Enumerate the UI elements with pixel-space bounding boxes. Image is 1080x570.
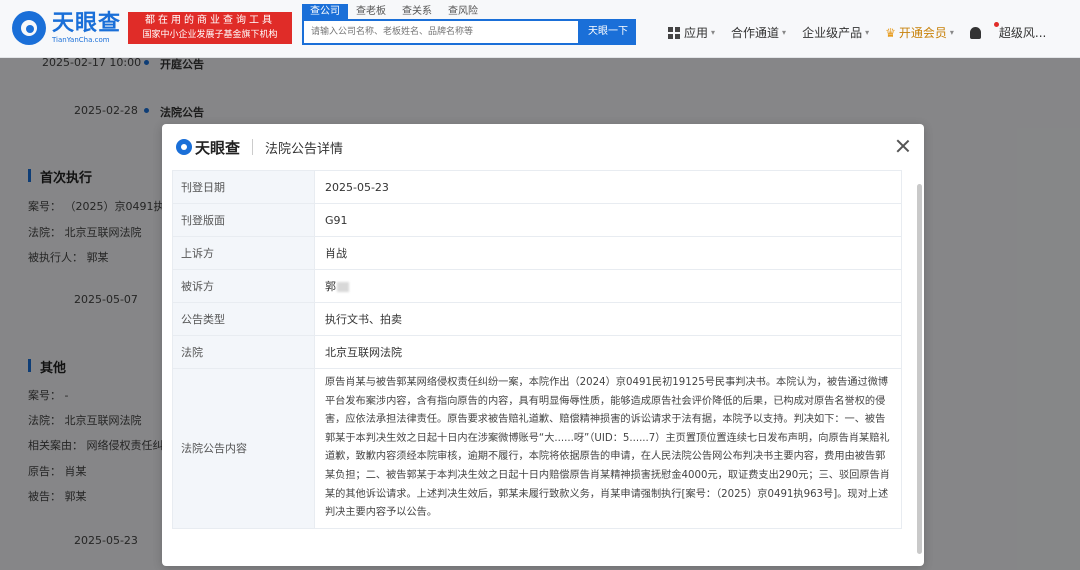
- crown-icon: ♛: [885, 25, 896, 40]
- notice-detail-table: 刊登日期 2025-05-23 刊登版面 G91 上诉方 肖战 被诉方 郭 公告…: [172, 170, 902, 529]
- slogan-banner: 都在用的商业查询工具 国家中小企业发展子基金旗下机构: [128, 12, 292, 44]
- nav-vip-label: 开通会员: [898, 26, 947, 40]
- logo-eye-icon: [12, 11, 46, 45]
- table-row: 法院 北京互联网法院: [172, 335, 902, 369]
- field-value: 2025-05-23: [314, 170, 902, 204]
- nav-user-label: 超级风...: [998, 26, 1047, 40]
- tab-boss[interactable]: 查老板: [348, 4, 394, 19]
- field-label: 上诉方: [172, 236, 315, 270]
- slogan-line2: 国家中小企业发展子基金旗下机构: [142, 30, 278, 40]
- search-button[interactable]: 天眼一下: [580, 19, 636, 45]
- table-row: 刊登版面 G91: [172, 203, 902, 237]
- redaction-mask: [337, 282, 349, 292]
- header-divider: [252, 139, 254, 155]
- top-nav: 应用 ▾ 合作通道 ▾ 企业级产品 ▾ ♛ 开通会员 ▾ 超级风...: [668, 24, 1062, 41]
- field-value: 郭: [325, 280, 336, 293]
- table-row: 上诉方 肖战: [172, 236, 902, 270]
- nav-partner[interactable]: 合作通道 ▾: [731, 24, 786, 41]
- modal-header: 天眼查 法院公告详情: [162, 124, 924, 170]
- top-header: 天眼查 TianYanCha.com 都在用的商业查询工具 国家中小企业发展子基…: [0, 0, 1080, 58]
- bell-icon: [969, 26, 981, 39]
- search-tabs: 查公司 查老板 查关系 查风险: [302, 4, 486, 19]
- table-row: 刊登日期 2025-05-23: [172, 170, 902, 204]
- close-icon[interactable]: [894, 137, 912, 155]
- field-label: 刊登日期: [172, 170, 315, 204]
- modal-logo-text: 天眼查: [195, 138, 241, 157]
- field-label: 刊登版面: [172, 203, 315, 237]
- notice-content: 原告肖某与被告郭某网络侵权责任纠纷一案，本院作出（2024）京0491民初191…: [314, 368, 902, 529]
- modal-logo: 天眼查: [176, 137, 240, 158]
- field-value: G91: [314, 203, 902, 237]
- court-notice-modal: 天眼查 法院公告详情 刊登日期 2025-05-23 刊登版面 G91 上诉方 …: [162, 124, 924, 566]
- table-row: 法院公告内容 原告肖某与被告郭某网络侵权责任纠纷一案，本院作出（2024）京04…: [172, 368, 902, 529]
- tab-risk[interactable]: 查风险: [440, 4, 486, 19]
- table-row: 被诉方 郭: [172, 269, 902, 303]
- slogan-line1: 都在用的商业查询工具: [145, 15, 275, 26]
- tab-relation[interactable]: 查关系: [394, 4, 440, 19]
- nav-apps-label: 应用: [684, 26, 709, 40]
- field-label: 被诉方: [172, 269, 315, 303]
- notification-dot: [994, 22, 999, 27]
- search-box: [302, 19, 580, 45]
- field-label: 公告类型: [172, 302, 315, 336]
- modal-body: 刊登日期 2025-05-23 刊登版面 G91 上诉方 肖战 被诉方 郭 公告…: [172, 170, 912, 554]
- nav-partner-label: 合作通道: [731, 26, 780, 40]
- field-value: 北京互联网法院: [314, 335, 902, 369]
- field-label: 法院公告内容: [172, 368, 315, 529]
- field-value: 肖战: [314, 236, 902, 270]
- table-row: 公告类型 执行文书、拍卖: [172, 302, 902, 336]
- tab-company[interactable]: 查公司: [302, 4, 348, 19]
- nav-vip[interactable]: ♛ 开通会员 ▾: [885, 24, 954, 41]
- modal-scrollbar[interactable]: [917, 184, 922, 554]
- nav-apps[interactable]: 应用 ▾: [668, 24, 715, 41]
- nav-notifications[interactable]: [969, 26, 983, 39]
- chevron-down-icon: ▾: [865, 28, 870, 37]
- field-value: 执行文书、拍卖: [314, 302, 902, 336]
- site-logo[interactable]: 天眼查 TianYanCha.com: [12, 10, 121, 46]
- logo-domain: TianYanCha.com: [52, 35, 110, 44]
- field-label: 法院: [172, 335, 315, 369]
- search-input[interactable]: [304, 21, 578, 43]
- field-value-cell: 郭: [314, 269, 902, 303]
- chevron-down-icon: ▾: [711, 28, 716, 37]
- apps-grid-icon: [668, 26, 680, 39]
- chevron-down-icon: ▾: [782, 28, 787, 37]
- nav-enterprise[interactable]: 企业级产品 ▾: [802, 24, 869, 41]
- nav-user[interactable]: 超级风...: [999, 24, 1046, 41]
- logo-text: 天眼查: [52, 10, 122, 36]
- modal-title: 法院公告详情: [265, 141, 344, 157]
- logo-eye-icon: [176, 139, 192, 155]
- nav-enterprise-label: 企业级产品: [802, 26, 863, 40]
- chevron-down-icon: ▾: [949, 28, 954, 37]
